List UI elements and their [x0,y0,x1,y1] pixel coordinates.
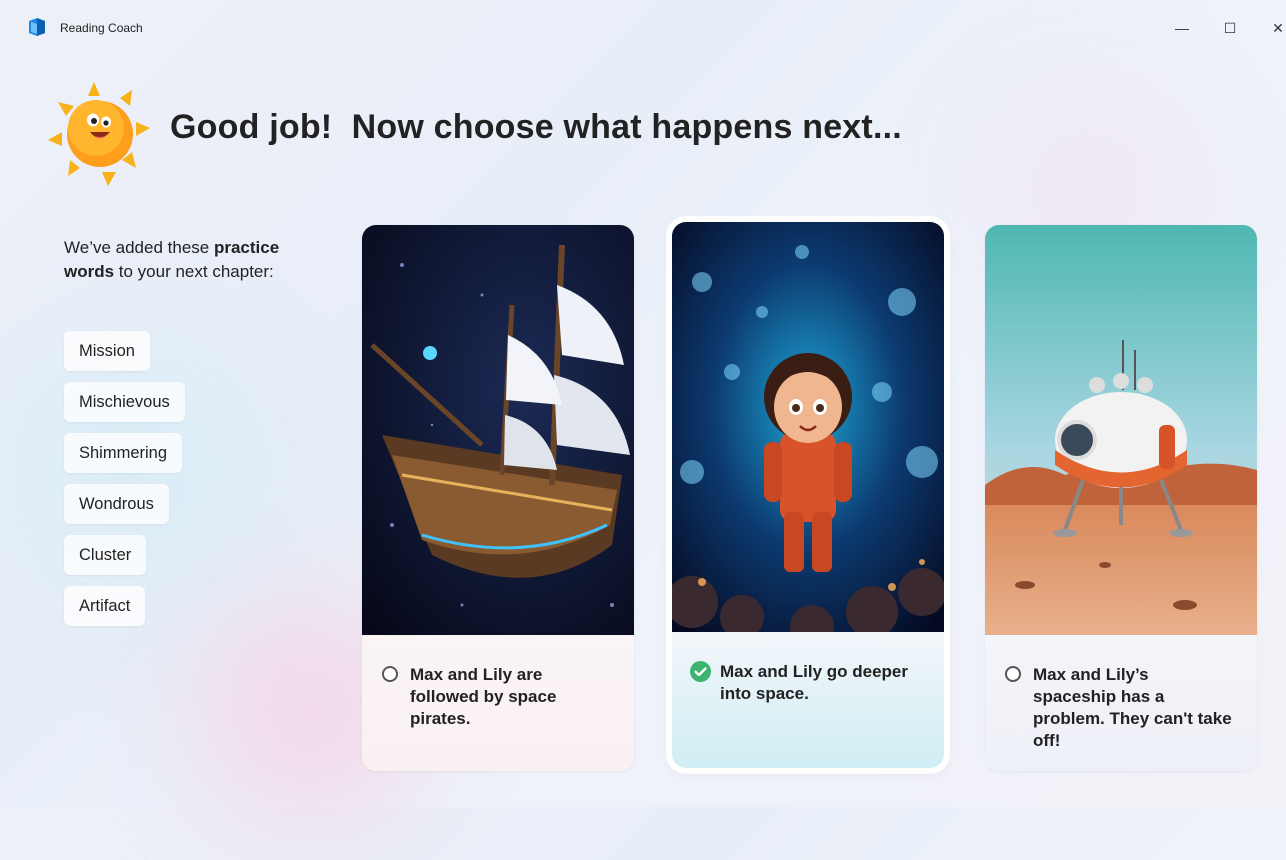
choice-label: Max and Lily go deeper into space. [720,662,908,703]
intro-text-suffix: to your next chapter: [114,262,274,281]
choice-card-spaceship-problem[interactable]: Max and Lily’s spaceship has a problem. … [985,225,1257,771]
choice-label: Max and Lily’s spaceship has a problem. … [1033,665,1232,750]
choice-radio-button[interactable] [382,666,398,682]
minimize-icon: — [1175,20,1189,36]
app-title: Reading Coach [60,21,143,35]
intro-text-prefix: We’ve added these [64,238,214,257]
close-button[interactable]: ✕ [1266,16,1286,40]
practice-word-list: Mission Mischievous Shimmering Wondrous … [64,331,185,626]
choice-card-footer: Max and Lily’s spaceship has a problem. … [985,635,1257,771]
maximize-icon: ☐ [1223,19,1237,36]
choice-label: Max and Lily are followed by space pirat… [410,665,557,728]
practice-word-chip[interactable]: Artifact [64,586,146,626]
practice-word-chip[interactable]: Mission [64,331,150,371]
choice-card-pirates[interactable]: Max and Lily are followed by space pirat… [362,225,634,771]
practice-words-intro: We’ve added these practice words to your… [64,236,324,284]
choice-card-footer: Max and Lily go deeper into space. [672,632,944,768]
close-icon: ✕ [1272,19,1284,36]
sun-mascot-icon [48,82,150,186]
pirate-ship-image [362,225,634,635]
practice-word-chip[interactable]: Mischievous [64,382,185,422]
practice-word-chip[interactable]: Wondrous [64,484,169,524]
reading-coach-app-icon [29,18,45,36]
practice-word-chip[interactable]: Shimmering [64,433,183,473]
choice-card-deeper-space[interactable]: Max and Lily go deeper into space. [667,217,949,773]
app-window: Reading Coach — ☐ ✕ Good job! Now choose… [10,2,1286,807]
title-bar: Reading Coach — ☐ ✕ [10,2,1286,52]
minimize-button[interactable]: — [1170,16,1194,40]
checkmark-selected-icon[interactable] [690,661,711,682]
choice-card-footer: Max and Lily are followed by space pirat… [362,635,634,771]
choice-radio-button[interactable] [1005,666,1021,682]
page-heading: Good job! Now choose what happens next..… [170,108,902,146]
landed-spaceship-image [985,225,1257,635]
practice-word-chip[interactable]: Cluster [64,535,147,575]
maximize-button[interactable]: ☐ [1218,16,1242,40]
astronaut-girl-image [672,222,944,632]
